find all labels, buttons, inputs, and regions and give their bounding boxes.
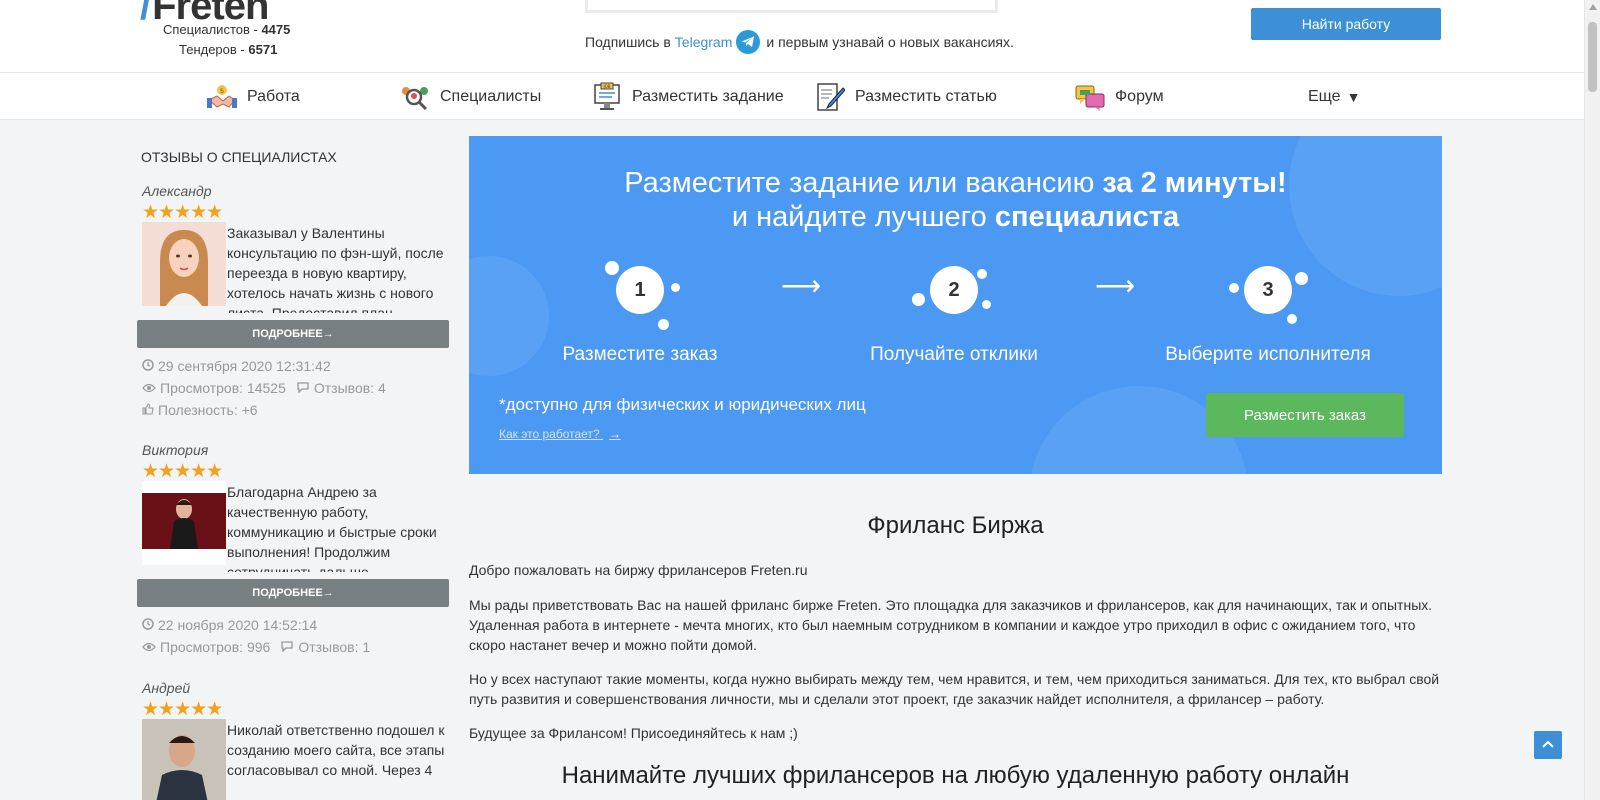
nav-item-more[interactable]: Еще ▼ [1308,73,1360,120]
people-search-icon [400,82,430,112]
handshake-icon: $ [207,82,237,112]
eye-icon [142,639,156,655]
availability-note: *доступно для физических и юридических л… [499,395,866,414]
review-card: Андрей ★★★★★ Николай ответственно подоше… [137,680,450,800]
clock-icon [142,617,154,633]
arrow-right-icon: ⟶ [781,270,822,301]
thumbs-up-icon [142,402,154,418]
place-order-button[interactable]: Разместить заказ [1206,393,1404,437]
reviewer-name: Андрей [142,680,191,696]
decor-dot [1229,283,1239,293]
step-number: 1 [616,266,664,314]
arrow-right-icon: ⟶ [1095,270,1136,301]
closing-paragraph: Будущее за Фрилансом! Присоединяйтесь к … [469,725,798,741]
forum-chat-icon [1075,82,1105,112]
review-card: Виктория ★★★★★ Благодарна Андрею за каче… [137,442,450,655]
find-job-button[interactable]: Найти работу [1251,8,1441,40]
step-number: 3 [1244,266,1292,314]
specialists-count: Специалистов - 4475 [163,22,291,37]
nav-item-specialists[interactable]: Специалисты [400,73,541,120]
scroll-up-arrow-icon[interactable] [1589,4,1597,10]
reviews-sidebar: ОТЗЫВЫ О СПЕЦИАЛИСТАХ Александр ★★★★★ За… [137,120,450,800]
telegram-link[interactable]: Telegram [675,34,733,50]
nav-item-forum[interactable]: Форум [1075,73,1164,120]
section-heading: Нанимайте лучших фрилансеров на любую уд… [561,762,1350,789]
review-more-button[interactable]: ПОДРОБНЕЕ→ [137,320,449,348]
rating-stars: ★★★★★ [142,461,223,482]
review-card: Александр ★★★★★ Заказывал у Валентины ко… [137,183,450,418]
how-it-works-link[interactable]: Как это работает? → [499,427,621,441]
decor-dot [658,319,669,330]
reviewer-name: Виктория [142,442,209,458]
review-date: 29 сентября 2020 12:31:42 [142,358,331,374]
specialist-photo[interactable] [142,222,226,306]
nav-item-work[interactable]: $ Работа [207,73,300,120]
main-nav: $ Работа Специалисты JOB Разместить зада… [0,73,1584,120]
site-header: /Freten Специалистов - 4475 Тендеров - 6… [0,0,1584,73]
review-usefulness: Полезность: +6 [142,402,258,418]
nav-label: Форум [1115,87,1164,105]
scroll-to-top-button[interactable] [1534,731,1562,759]
review-more-button[interactable]: ПОДРОБНЕЕ→ [137,579,449,607]
search-input[interactable] [585,0,998,13]
review-stats: Просмотров: 14525 Отзывов: 4 [142,380,386,396]
description-paragraph: Мы рады приветствовать Вас на нашей фрил… [469,597,1433,653]
review-text: Николай ответственно подошел к созданию … [227,722,445,778]
comment-icon [280,639,294,655]
decor-dot [605,261,619,275]
decor-dot [1287,314,1297,324]
nav-label: Работа [247,87,300,105]
review-stats: Просмотров: 996 Отзывов: 1 [142,639,370,655]
nav-label: Разместить статью [855,87,997,105]
scrollbar-thumb[interactable] [1588,22,1597,92]
telegram-subscribe: Подпишись в Telegram и первым узнавай о … [585,30,1014,54]
specialist-photo[interactable] [142,719,226,800]
nav-item-post-task[interactable]: JOB Разместить задание [592,73,784,120]
telegram-icon[interactable] [736,30,761,54]
svg-text:JOB: JOB [602,84,610,89]
eye-icon [142,380,156,396]
banner-title: Разместите задание или вакансию за 2 мин… [624,167,1287,233]
job-board-icon: JOB [592,82,622,112]
nav-label: Специалисты [440,87,542,105]
specialist-photo[interactable] [142,481,226,565]
decor-dot [1295,272,1308,285]
reviewer-name: Александр [142,183,212,199]
decor-dot [671,283,680,292]
nav-label: Еще [1308,87,1341,105]
review-text: Благодарна Андрею за качественную работу… [227,484,437,572]
decor-dot [912,293,925,306]
chevron-up-icon [1541,736,1555,754]
step-label: Выберите исполнителя [1165,344,1371,365]
decor-dot [982,300,991,309]
page-heading: Фриланс Биржа [867,512,1044,539]
description-paragraph: Но у всех наступают такие моменты, когда… [469,671,1440,707]
arrow-right-icon: → [608,427,621,441]
hero-banner: Разместите задание или вакансию за 2 мин… [469,136,1442,474]
comment-icon [296,380,310,396]
rating-stars: ★★★★★ [142,699,223,720]
intro-paragraph: Добро пожаловать на биржу фрилансеров Fr… [469,562,808,578]
rating-stars: ★★★★★ [142,202,223,223]
review-text: Заказывал у Валентины консультацию по фэ… [227,225,444,313]
step-label: Разместите заказ [562,344,718,365]
review-date: 22 ноября 2020 14:52:14 [142,617,317,633]
clock-icon [142,358,154,374]
nav-item-post-article[interactable]: Разместить статью [815,73,997,120]
decor-dot [977,269,987,279]
nav-label: Разместить задание [632,87,784,105]
page-scrollbar[interactable] [1584,0,1600,800]
step-label: Получайте отклики [870,344,1038,365]
sidebar-title: ОТЗЫВЫ О СПЕЦИАЛИСТАХ [141,149,337,165]
dropdown-triangle-icon: ▼ [1346,88,1361,105]
svg-text:$: $ [220,87,224,95]
step-number: 2 [930,266,978,314]
tenders-count: Тендеров - 6571 [179,42,278,57]
article-pen-icon [815,82,846,112]
